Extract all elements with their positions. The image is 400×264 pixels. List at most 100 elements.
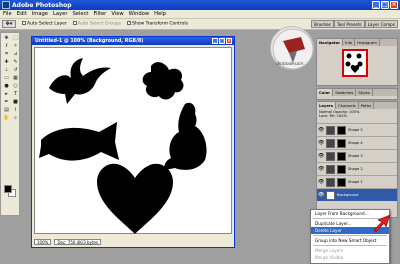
healing-brush-icon[interactable]: ✚ [2, 58, 11, 66]
layer-name: Shape 1 [348, 180, 363, 184]
tab-info[interactable]: Info [343, 39, 356, 46]
tab-paths[interactable]: Paths [359, 102, 374, 109]
pen-tool-icon[interactable]: ✒ [2, 98, 11, 106]
navigator-panel: Navigator Info Histogram [316, 38, 398, 86]
eye-icon[interactable]: 👁 [318, 192, 324, 198]
layer-row-selected[interactable]: 👁 Background [317, 188, 397, 201]
tab-swatches[interactable]: Swatches [333, 89, 357, 96]
history-brush-icon[interactable]: ↺ [11, 66, 20, 74]
magic-wand-icon[interactable]: ✧ [11, 42, 20, 50]
doc-maximize-button[interactable]: □ [219, 38, 225, 44]
transform-controls-option[interactable]: Show Transform Controls [127, 21, 188, 27]
doc-close-button[interactable]: × [226, 38, 232, 44]
tab-histogram[interactable]: Histogram [355, 39, 380, 46]
auto-select-groups-option[interactable]: Auto Select Groups [72, 21, 121, 27]
layer-row[interactable]: 👁 Shape 1 [317, 175, 397, 188]
layer-thumbnail [326, 164, 335, 174]
layers-panel: Layers Channels Paths Normal Opacity: 10… [316, 101, 398, 218]
maximize-button[interactable]: □ [381, 1, 389, 9]
tab-layers[interactable]: Layers [317, 102, 337, 109]
logo-text: dinbodesain [276, 62, 304, 67]
menu-image[interactable]: Image [32, 11, 48, 17]
eyedropper-tool-icon[interactable]: ⌇ [11, 106, 20, 114]
transform-checkbox[interactable] [127, 21, 131, 26]
layer-row[interactable]: 👁 Shape 3 [317, 149, 397, 162]
app-title: Adobe Photoshop [12, 1, 72, 9]
move-tool-icon[interactable]: ✥ [2, 34, 11, 42]
tab-navigator[interactable]: Navigator [317, 39, 344, 46]
menu-item-group-smart-object[interactable]: Group into New Smart Object [311, 237, 389, 244]
navigator-thumbnail[interactable] [342, 49, 368, 77]
menu-file[interactable]: File [3, 11, 12, 17]
minimize-button[interactable]: _ [372, 1, 380, 9]
layer-options: Normal Opacity: 100% Lock: Fill: 100% [317, 109, 397, 123]
lasso-tool-icon[interactable]: ℓ [2, 42, 11, 50]
layer-thumbnail [326, 151, 335, 161]
menu-window[interactable]: Window [129, 11, 149, 17]
palette-well: Brushes Tool Presets Layer Comps [311, 20, 398, 28]
auto-select-groups-checkbox[interactable] [72, 21, 77, 26]
eye-icon[interactable]: 👁 [318, 140, 324, 146]
fish-shape [39, 122, 119, 161]
gradient-tool-icon[interactable]: ▦ [11, 74, 20, 82]
notes-tool-icon[interactable]: ▤ [2, 106, 11, 114]
palette-tab-layer-comps[interactable]: Layer Comps [364, 20, 398, 28]
blob-shape [142, 62, 184, 100]
layer-row[interactable]: 👁 Shape 2 [317, 162, 397, 175]
menu-view[interactable]: View [111, 11, 123, 17]
eye-icon[interactable]: 👁 [318, 179, 324, 185]
canvas[interactable] [34, 47, 232, 234]
menu-filter[interactable]: Filter [93, 11, 106, 17]
auto-select-option[interactable]: Auto Select Layer [22, 21, 67, 27]
shape-tool-icon[interactable]: ■ [11, 98, 20, 106]
auto-select-groups-label: Auto Select Groups [77, 21, 121, 27]
brush-tool-icon[interactable]: ✎ [11, 58, 20, 66]
palette-tab-tool-presets[interactable]: Tool Presets [333, 20, 365, 28]
crop-tool-icon[interactable]: ⌗ [2, 50, 11, 58]
layer-name: Shape 5 [348, 128, 363, 132]
auto-select-checkbox[interactable] [22, 21, 26, 26]
menu-edit[interactable]: Edit [17, 11, 27, 17]
menu-item-merge-layers[interactable]: Merge Layers [311, 247, 389, 254]
zoom-field[interactable]: 100% [34, 239, 52, 245]
tab-channels[interactable]: Channels [336, 102, 359, 109]
layer-thumbnail [326, 138, 335, 148]
layer-row[interactable]: 👁 Shape 5 [317, 123, 397, 136]
document-status-bar: 100% Doc: 750.4K/3 bytes [32, 237, 234, 247]
eye-icon[interactable]: 👁 [318, 166, 324, 172]
hand-tool-icon[interactable]: ✋ [2, 114, 11, 122]
menu-separator [313, 245, 387, 246]
close-button[interactable]: × [390, 1, 398, 9]
blur-tool-icon[interactable]: ● [2, 82, 11, 90]
zoom-tool-icon[interactable]: ⌕ [11, 114, 20, 122]
slice-tool-icon[interactable]: ⊿ [11, 50, 20, 58]
menu-layer[interactable]: Layer [53, 11, 67, 17]
dodge-tool-icon[interactable]: ○ [11, 82, 20, 90]
menu-item-merge-visible[interactable]: Merge Visible [311, 254, 389, 261]
layer-row[interactable]: 👁 Shape 4 [317, 136, 397, 149]
layer-name: Shape 2 [348, 167, 363, 171]
menu-select[interactable]: Select [72, 11, 88, 17]
eye-icon[interactable]: 👁 [318, 153, 324, 159]
doc-info-field: Doc: 750.4K/3 bytes [54, 239, 102, 245]
tab-color[interactable]: Color [317, 89, 334, 96]
layer-name: Shape 3 [348, 154, 363, 158]
eraser-tool-icon[interactable]: ▭ [2, 74, 11, 82]
foreground-color-swatch[interactable] [4, 185, 12, 193]
move-tool-preset-icon[interactable]: ✥▾ [2, 20, 16, 28]
tab-styles[interactable]: Styles [356, 89, 373, 96]
pointer-arrow-icon [373, 214, 391, 233]
clone-stamp-icon[interactable]: ⊥ [2, 66, 11, 74]
rabbit-shape [164, 102, 207, 170]
doc-minimize-button[interactable]: _ [212, 38, 218, 44]
layer-name: Background [337, 193, 359, 197]
marquee-tool-icon[interactable]: ⬚ [11, 34, 20, 42]
vector-mask-thumbnail [337, 164, 346, 174]
type-tool-icon[interactable]: T [11, 90, 20, 98]
document-title: Untitled-1 @ 100% (Background, RGB/8) [35, 38, 144, 44]
toolbox: ✥ ⬚ ℓ ✧ ⌗ ⊿ ✚ ✎ ⊥ ↺ ▭ ▦ ● ○ ▸ T ✒ ■ ▤ ⌇ … [0, 32, 20, 216]
path-select-icon[interactable]: ▸ [2, 90, 11, 98]
fill-field[interactable]: Fill: 100% [330, 114, 347, 118]
eye-icon[interactable]: 👁 [318, 127, 324, 133]
menu-help[interactable]: Help [154, 11, 166, 17]
